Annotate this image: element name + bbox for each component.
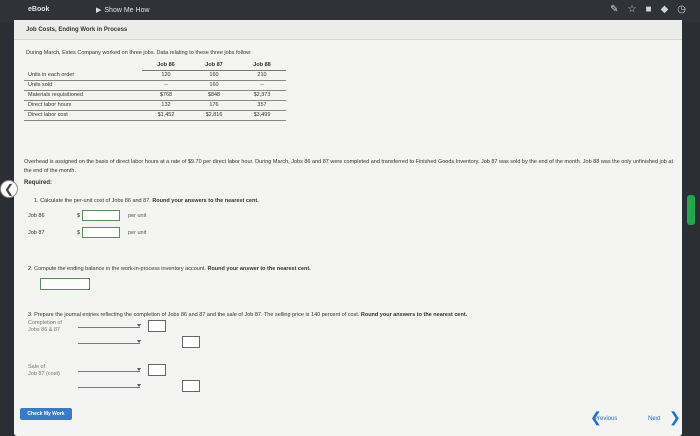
check-my-work-button[interactable]: Check My Work	[20, 408, 72, 420]
question-3-text: 3. Prepare the journal entries reflectin…	[28, 312, 360, 318]
show-me-how-link[interactable]: ▶ Show Me How	[96, 6, 150, 15]
per-unit-label: per unit	[128, 229, 147, 236]
table-row: Direct labor cost $1,452 $2,816 $3,499	[24, 110, 286, 121]
next-button[interactable]: Next	[648, 416, 660, 422]
question-2: 2. Compute the ending balance in the wor…	[28, 266, 311, 272]
question-3-instruction: Round your answers to the nearest cent.	[360, 312, 468, 318]
job-87-answer-row: Job 87 $ per unit	[28, 227, 146, 238]
previous-button[interactable]: Previous	[594, 416, 617, 422]
job-87-label: Job 87	[28, 229, 45, 236]
table-row: Units in each order 120 160 210	[24, 70, 286, 81]
assignment-page: Job Costs, Ending Work in Process During…	[14, 20, 682, 436]
cell: $768	[142, 90, 190, 101]
row-label: Units sold	[24, 80, 142, 91]
cell: $2,373	[238, 90, 286, 101]
cell: 120	[142, 70, 190, 81]
col-job-86: Job 86	[142, 60, 190, 71]
required-heading: Required:	[24, 180, 53, 186]
cell: 210	[238, 70, 286, 81]
row-label: Units in each order	[24, 70, 142, 81]
cell: --	[142, 80, 190, 91]
col-job-88: Job 88	[238, 60, 286, 71]
video-icon: ▶	[96, 7, 102, 14]
cell: $1,452	[142, 110, 190, 121]
job-86-unit-cost-input[interactable]	[82, 210, 120, 221]
clock-icon[interactable]: ◷	[677, 4, 686, 15]
intro-text: During March, Estes Company worked on th…	[26, 50, 252, 56]
row-label: Direct labor hours	[24, 100, 142, 111]
window-icons: ✎ ☆ ■ ◆ ◷	[610, 4, 686, 15]
question-2-instruction: Round your answer to the nearest cent.	[207, 266, 311, 272]
sale-entry-label: Sale of Job 87 (cost)	[28, 364, 60, 378]
entry-label-line: Completion of	[28, 320, 62, 326]
cell: $3,499	[238, 110, 286, 121]
sale-credit-account-select[interactable]	[78, 384, 141, 388]
cell: 160	[190, 70, 238, 81]
cell: --	[238, 80, 286, 91]
question-3: 3. Prepare the journal entries reflectin…	[28, 312, 467, 318]
row-label: Materials requisitioned	[24, 90, 142, 101]
table-header-row: Job 86 Job 87 Job 88	[24, 60, 286, 71]
job-data-table: Job 86 Job 87 Job 88 Units in each order…	[24, 60, 286, 121]
sale-credit-amount-input[interactable]	[182, 380, 200, 392]
table-row: Units sold -- 160 --	[24, 80, 286, 91]
job-86-label: Job 86	[28, 212, 45, 219]
col-job-87: Job 87	[190, 60, 238, 71]
completion-entry-label: Completion of Jobs 86 & 87	[28, 320, 62, 334]
dollar-sign: $	[76, 229, 80, 236]
cell: 160	[190, 80, 238, 91]
table-row: Materials requisitioned $768 $848 $2,373	[24, 90, 286, 101]
completion-debit-account-select[interactable]	[78, 324, 141, 328]
question-1-instruction: Round your answers to the nearest cent.	[152, 198, 259, 204]
question-1-text: 1. Calculate the per-unit cost of Jobs 8…	[34, 198, 151, 204]
table-row: Direct labor hours 132 176 357	[24, 100, 286, 111]
sale-debit-account-select[interactable]	[78, 368, 141, 372]
pin-icon[interactable]: ✎	[610, 4, 618, 15]
question-1: 1. Calculate the per-unit cost of Jobs 8…	[34, 198, 259, 204]
dollar-sign: $	[76, 212, 80, 219]
chevron-right-icon[interactable]: ❯	[669, 409, 681, 426]
side-green-tab[interactable]	[687, 195, 695, 225]
completion-credit-amount-input[interactable]	[182, 336, 200, 348]
ebook-link[interactable]: eBook	[28, 6, 49, 13]
top-toolbar: eBook ▶ Show Me How ✎ ☆ ■ ◆ ◷	[0, 0, 700, 22]
cell: 132	[142, 100, 190, 111]
entry-label-line: Sale of	[28, 364, 46, 370]
camera-icon[interactable]: ◆	[661, 4, 669, 15]
star-icon[interactable]: ☆	[628, 4, 637, 15]
overhead-paragraph: Overhead is assigned on the basis of dir…	[24, 159, 673, 174]
wip-ending-balance-input[interactable]	[40, 278, 90, 290]
cell: 176	[190, 100, 238, 111]
cell: $2,816	[190, 110, 238, 121]
completion-debit-amount-input[interactable]	[148, 320, 166, 332]
completion-credit-account-select[interactable]	[78, 340, 141, 344]
cell: 357	[238, 100, 286, 111]
side-nav-left-button[interactable]: ❮	[0, 180, 18, 198]
problem-title: Job Costs, Ending Work in Process	[14, 20, 682, 40]
cell: $848	[190, 90, 238, 101]
sale-debit-amount-input[interactable]	[148, 364, 166, 376]
per-unit-label: per unit	[128, 212, 147, 219]
entry-label-line: Job 87 (cost)	[28, 371, 60, 377]
entry-label-line: Jobs 86 & 87	[28, 327, 61, 333]
show-me-how-label: Show Me How	[104, 6, 150, 14]
job-86-answer-row: Job 86 $ per unit	[28, 210, 146, 221]
row-label: Direct labor cost	[24, 110, 142, 121]
job-87-unit-cost-input[interactable]	[82, 227, 120, 238]
question-2-text: 2. Compute the ending balance in the wor…	[28, 266, 206, 272]
bookmark-icon[interactable]: ■	[646, 4, 652, 15]
